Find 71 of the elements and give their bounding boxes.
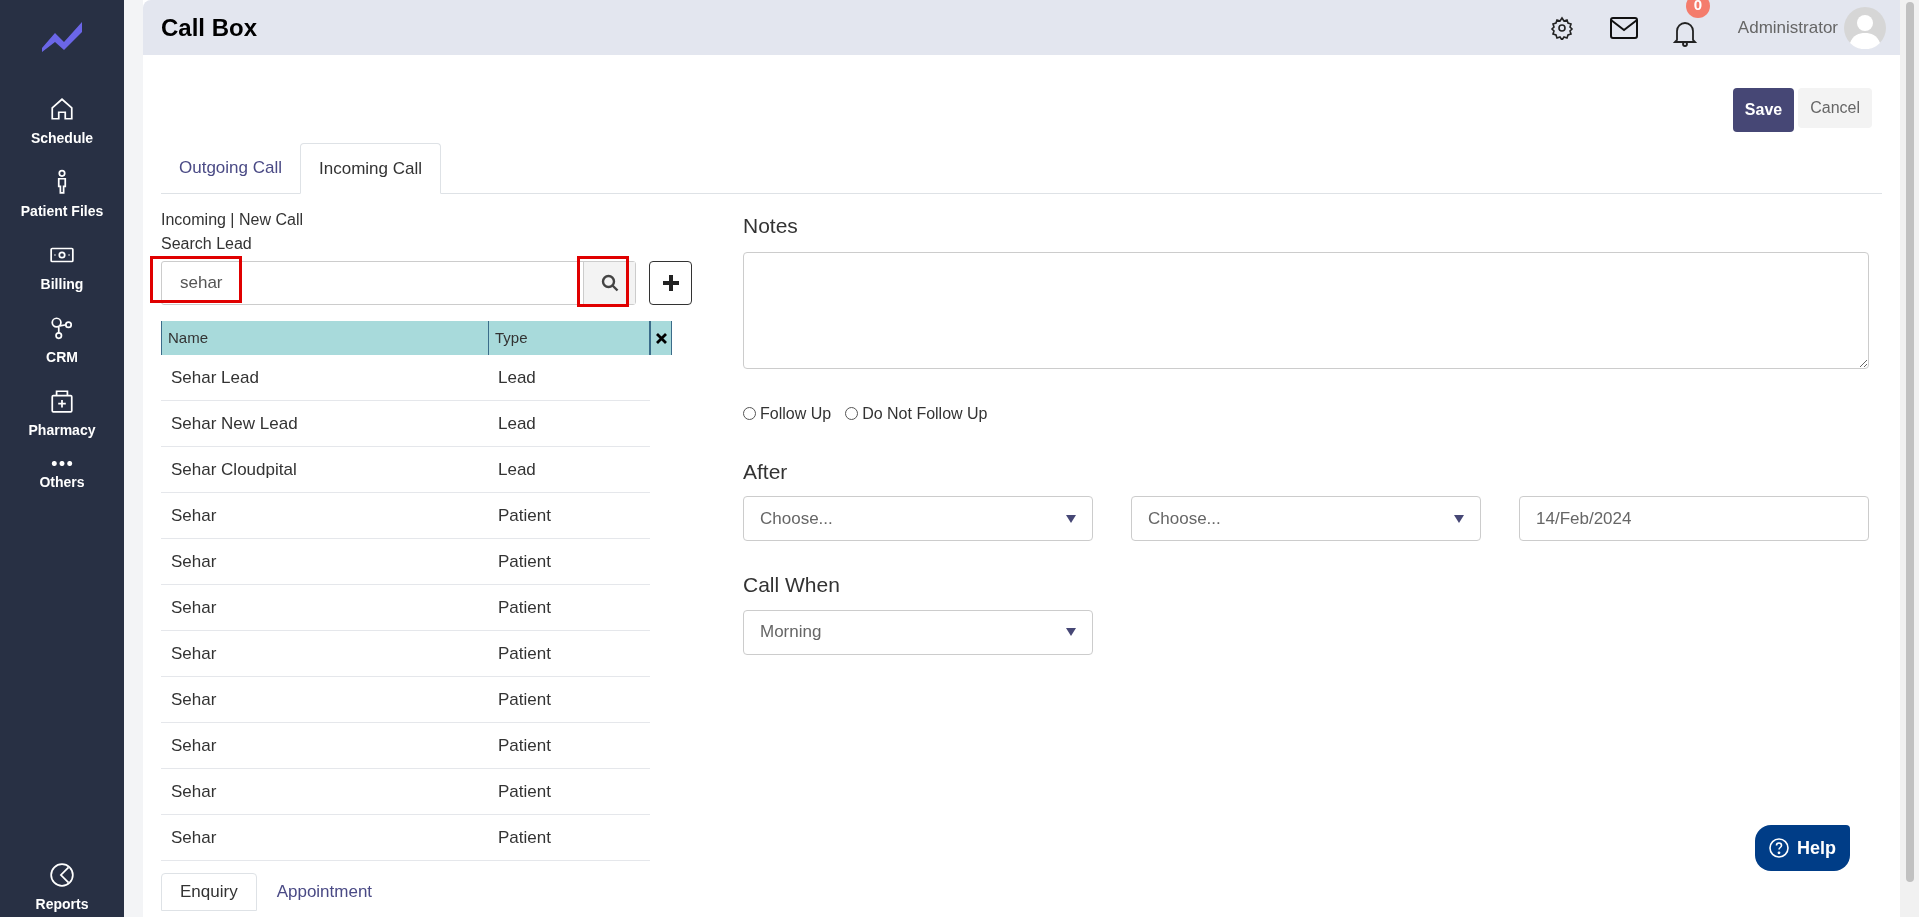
tab[interactable]: Enquiry (161, 873, 257, 911)
nav-item[interactable]: Schedule (30, 96, 94, 149)
help-icon (1769, 838, 1789, 858)
radio-label: Do Not Follow Up (862, 403, 988, 424)
scrollbar[interactable] (1900, 0, 1919, 917)
save-button[interactable]: Save (1732, 88, 1795, 132)
table-cell[interactable]: Sehar (161, 815, 488, 860)
clear-results-button[interactable] (650, 321, 672, 355)
table-cell[interactable]: Patient (488, 769, 650, 814)
table-cell[interactable]: Sehar (161, 585, 488, 630)
table-cell[interactable]: Lead (488, 401, 650, 446)
add-button[interactable] (649, 261, 692, 305)
call-status-text: Incoming | New Call (161, 210, 304, 230)
nodes-icon (49, 315, 75, 341)
search-label: Search Lead (161, 234, 253, 254)
caret-icon (1066, 628, 1076, 636)
table-cell[interactable]: Lead (488, 355, 650, 400)
table-cell[interactable]: Patient (488, 631, 650, 676)
nav-item[interactable]: Reports (35, 862, 89, 915)
table-cell[interactable]: Patient (488, 723, 650, 768)
search-icon (600, 274, 619, 292)
table-cell[interactable]: Sehar (161, 769, 488, 814)
nav-item[interactable]: Pharmacy (28, 388, 96, 441)
radio-label: Follow Up (760, 403, 832, 424)
tab[interactable]: Incoming Call (300, 143, 441, 194)
table-cell[interactable]: Lead (488, 447, 650, 492)
table-cell[interactable]: Patient (488, 539, 650, 584)
notes-field[interactable] (743, 251, 1869, 369)
date-field[interactable]: 14/Feb/2024 (1519, 496, 1869, 541)
column-header[interactable]: Name (162, 321, 489, 355)
table-cell[interactable]: Sehar Cloudpital (161, 447, 488, 492)
close-icon (655, 332, 667, 344)
table-cell[interactable]: Sehar New Lead (161, 401, 488, 446)
table-cell[interactable]: Sehar (161, 631, 488, 676)
search-button[interactable] (583, 262, 635, 304)
table-cell[interactable]: Patient (488, 493, 650, 538)
table-cell[interactable]: Sehar (161, 493, 488, 538)
table-cell[interactable]: Patient (488, 677, 650, 722)
tab[interactable]: Outgoing Call (161, 142, 300, 193)
plus-icon (662, 275, 679, 291)
table-cell[interactable]: Sehar (161, 723, 488, 768)
cancel-button[interactable]: Cancel (1798, 88, 1872, 128)
table-cell[interactable]: Sehar (161, 539, 488, 584)
notification-badge: 0 (1685, 0, 1710, 18)
notes-label: Notes (743, 213, 799, 239)
nav-item[interactable]: Billing (40, 242, 84, 295)
after-label: After (743, 458, 789, 485)
help-button[interactable]: Help (1755, 825, 1850, 871)
table-cell[interactable]: Patient (488, 815, 650, 860)
page-title: Call Box (161, 12, 258, 43)
dropdown[interactable]: Choose... (743, 496, 1093, 541)
mail-icon[interactable] (1609, 16, 1638, 39)
settings-icon[interactable] (1549, 15, 1574, 40)
tab[interactable]: Appointment (258, 873, 391, 911)
search-field[interactable]: sehar (161, 261, 636, 305)
more-icon (51, 461, 73, 466)
call-when-label: Call When (743, 572, 841, 598)
nav-item[interactable]: Patient Files (20, 169, 104, 222)
caret-icon (1066, 514, 1076, 523)
table-cell[interactable]: Sehar Lead (161, 355, 488, 400)
pie-chart-icon (49, 862, 75, 888)
user-name[interactable]: Administrator (1737, 14, 1838, 41)
nav-item[interactable]: CRM (46, 315, 78, 368)
table-cell[interactable]: Sehar (161, 677, 488, 722)
nav-item[interactable]: Others (39, 461, 85, 493)
dropdown[interactable]: Choose... (1131, 496, 1481, 541)
medical-kit-icon (49, 388, 75, 414)
dropdown[interactable]: Morning (743, 609, 1093, 655)
caret-icon (1454, 514, 1464, 523)
home-icon (49, 96, 75, 122)
table-cell[interactable]: Patient (488, 585, 650, 630)
